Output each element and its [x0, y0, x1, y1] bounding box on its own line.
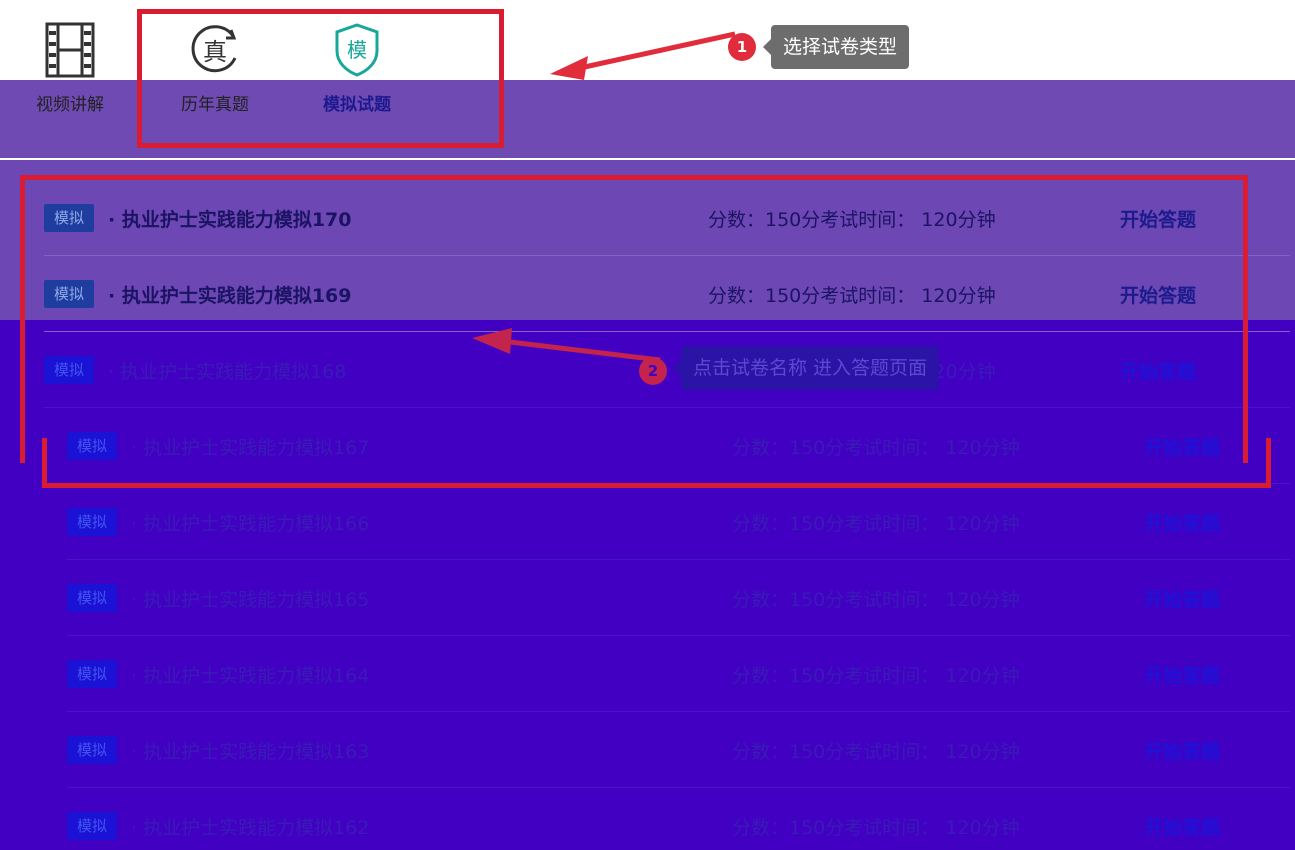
callout-tip-2: 点击试卷名称 进入答题页面 [672, 346, 940, 390]
film-icon [40, 20, 100, 80]
callout-badge-1: 1 [728, 33, 756, 61]
mock-tag-badge: 模拟 [67, 660, 117, 688]
exam-title-link[interactable]: · 执业护士实践能力模拟165 [131, 585, 651, 612]
exam-title-link[interactable]: · 执业护士实践能力模拟164 [131, 661, 651, 688]
exam-row[interactable]: 模拟 · 执业护士实践能力模拟162 分数：150分考试时间： 120分钟 开始答题 [67, 788, 1295, 850]
mock-tag-badge: 模拟 [67, 812, 117, 840]
exam-score-time: 分数：150分考试时间： 120分钟 [732, 512, 1020, 535]
exam-row[interactable]: 模拟 · 执业护士实践能力模拟166 分数：150分考试时间： 120分钟 开始答题 [67, 484, 1295, 560]
start-exam-button[interactable]: 开始答题 [1144, 585, 1220, 612]
exam-score-time: 分数：150分考试时间： 120分钟 [732, 664, 1020, 687]
highlight-box-list [20, 175, 1248, 463]
exam-row[interactable]: 模拟 · 执业护士实践能力模拟164 分数：150分考试时间： 120分钟 开始答题 [67, 636, 1295, 712]
callout-tip-1: 选择试卷类型 [762, 25, 910, 69]
start-exam-button[interactable]: 开始答题 [1144, 813, 1220, 840]
start-exam-button[interactable]: 开始答题 [1144, 509, 1220, 536]
exam-score-time: 分数：150分考试时间： 120分钟 [732, 740, 1020, 763]
mock-tag-badge: 模拟 [67, 584, 117, 612]
tab-video-label: 视频讲解 [36, 95, 104, 115]
mock-tag-badge: 模拟 [67, 508, 117, 536]
mock-tag-badge: 模拟 [67, 736, 117, 764]
callout-badge-2: 2 [639, 357, 667, 385]
exam-title-link[interactable]: · 执业护士实践能力模拟162 [131, 813, 651, 840]
callout-arrow-1 [550, 31, 736, 80]
highlight-box-list-offset [42, 438, 1271, 488]
exam-score-time: 分数：150分考试时间： 120分钟 [732, 588, 1020, 611]
tab-video[interactable]: 视频讲解 [15, 20, 125, 115]
exam-title-link[interactable]: · 执业护士实践能力模拟166 [131, 509, 651, 536]
exam-score-time: 分数：150分考试时间： 120分钟 [732, 816, 1020, 839]
exam-row[interactable]: 模拟 · 执业护士实践能力模拟163 分数：150分考试时间： 120分钟 开始答题 [67, 712, 1295, 788]
exam-title-link[interactable]: · 执业护士实践能力模拟163 [131, 737, 651, 764]
highlight-box-tabs [137, 9, 504, 148]
start-exam-button[interactable]: 开始答题 [1144, 737, 1220, 764]
start-exam-button[interactable]: 开始答题 [1144, 661, 1220, 688]
exam-row[interactable]: 模拟 · 执业护士实践能力模拟165 分数：150分考试时间： 120分钟 开始答题 [67, 560, 1295, 636]
